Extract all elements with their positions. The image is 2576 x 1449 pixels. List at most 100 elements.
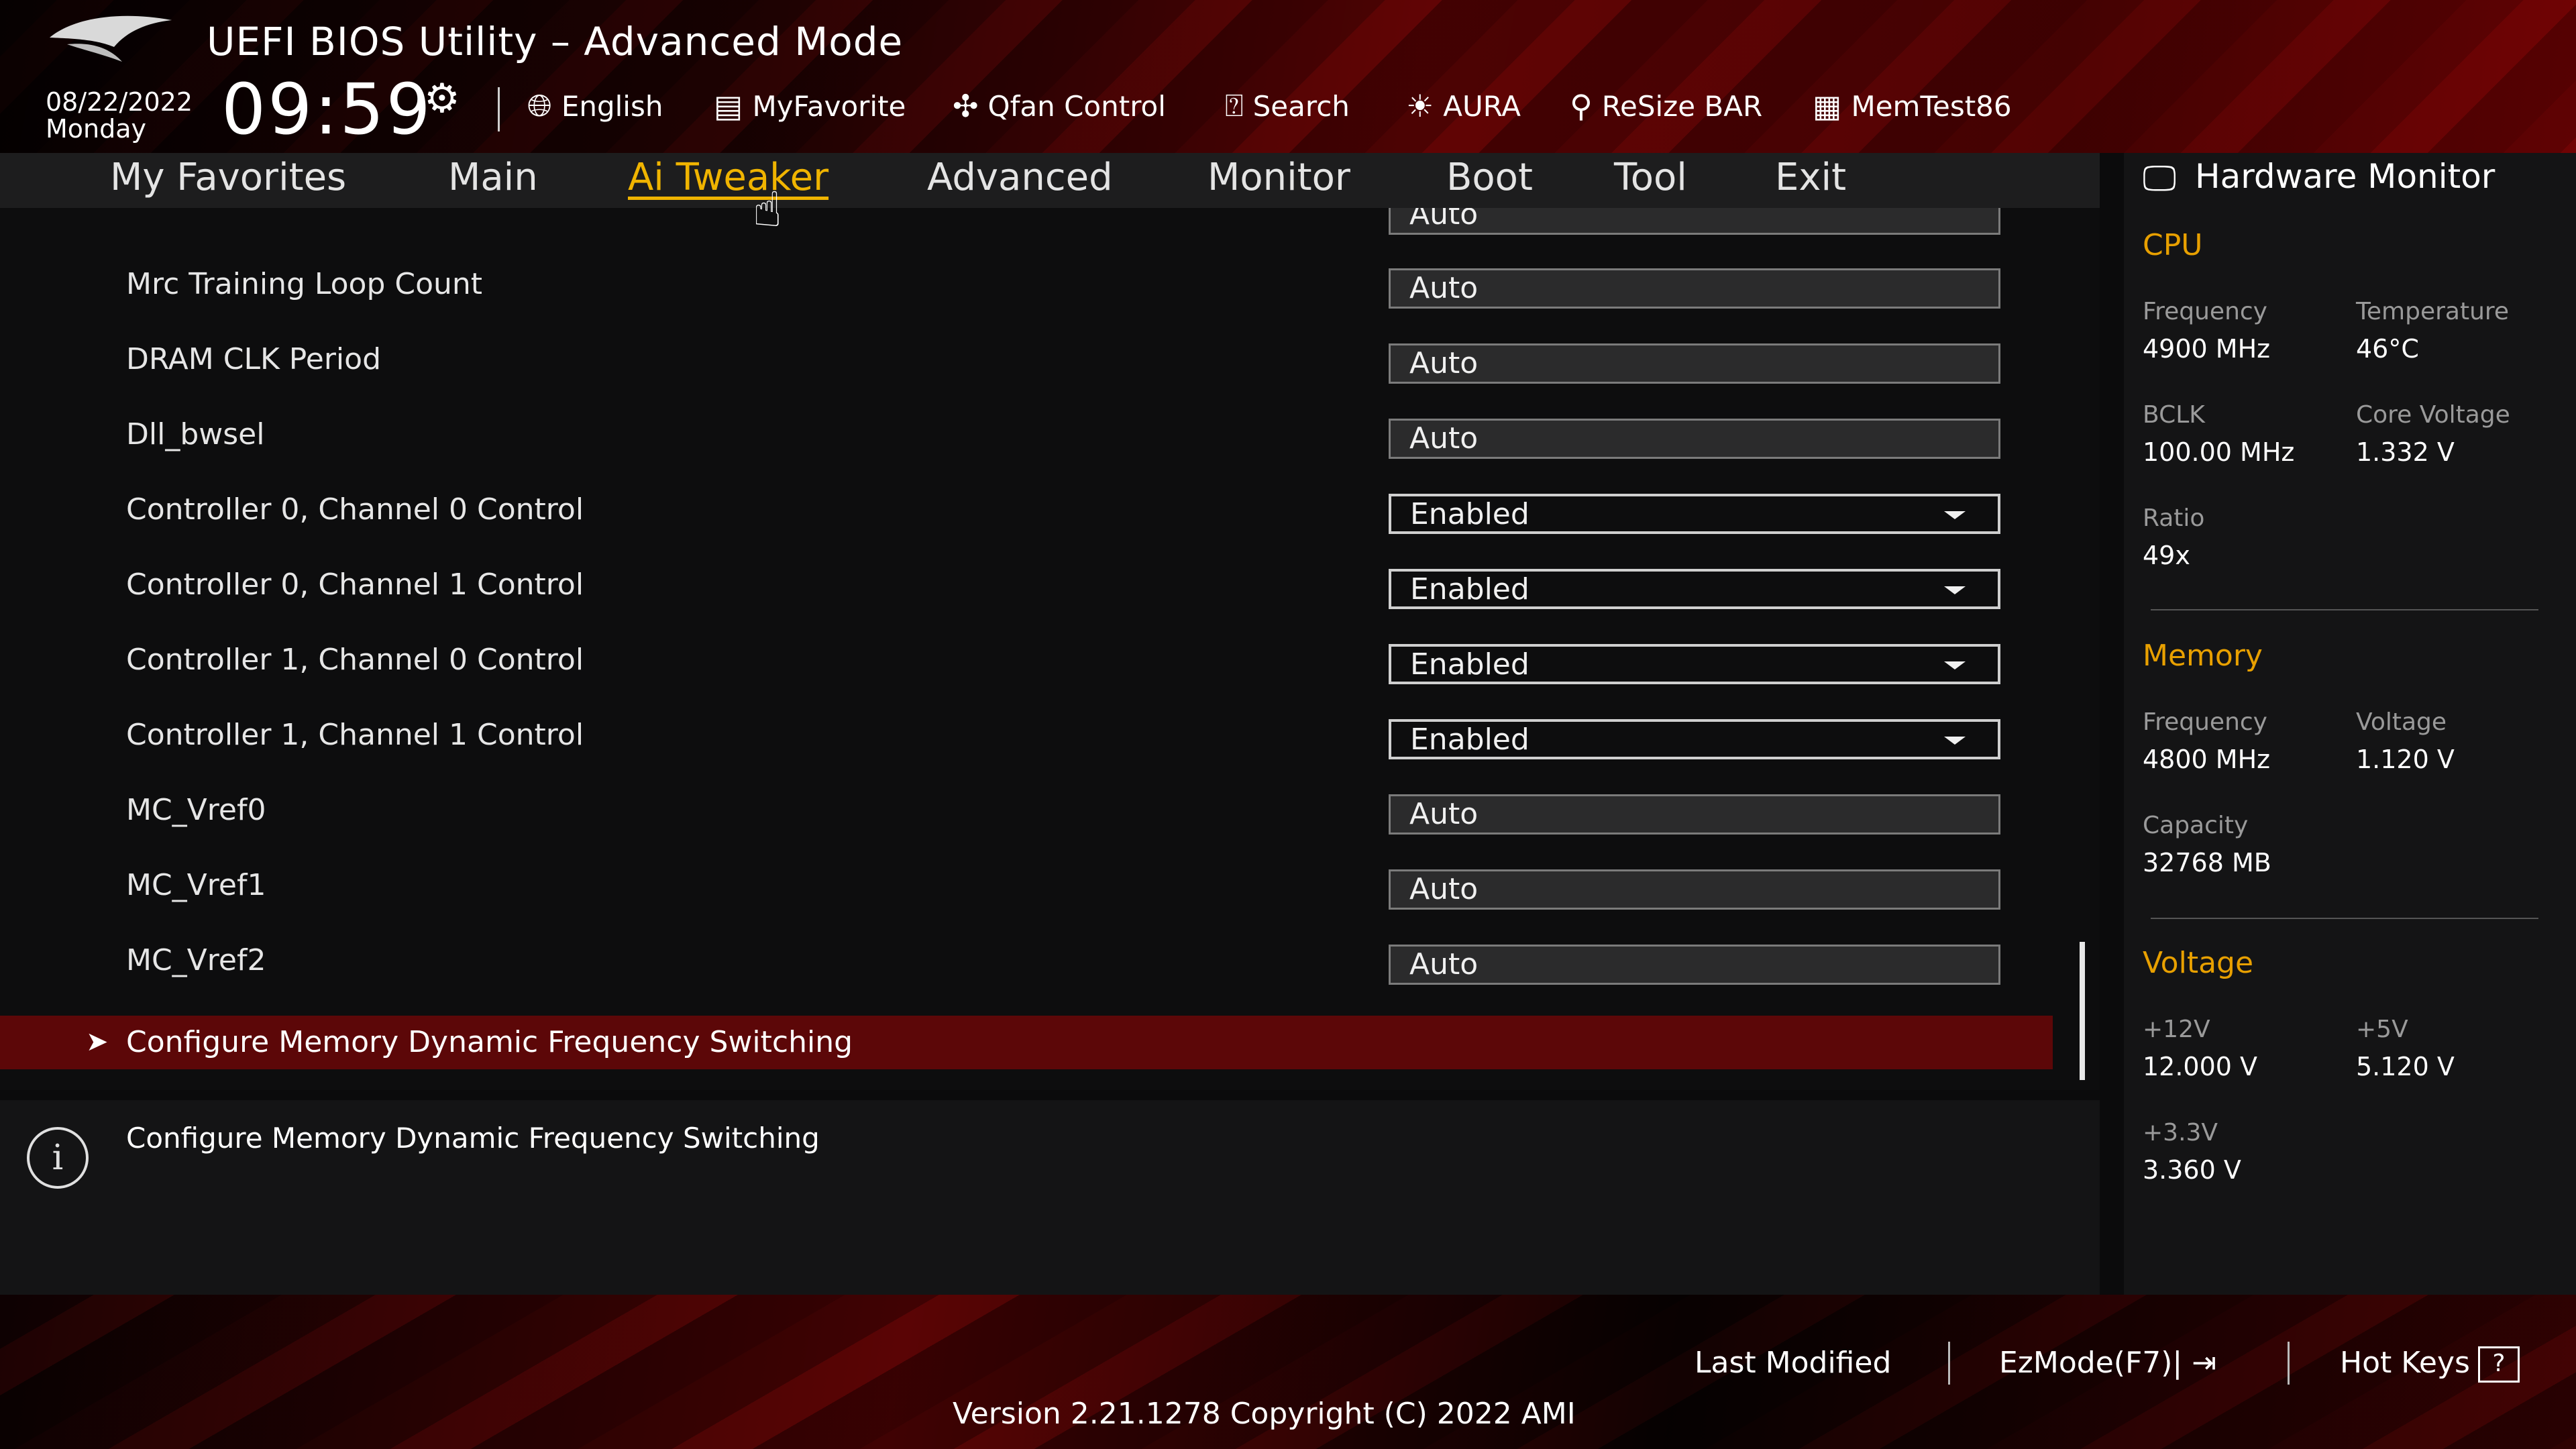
tab-advanced[interactable]: Advanced — [927, 156, 1113, 199]
ratio-label: Ratio — [2143, 504, 2205, 532]
memory-frequency-label: Frequency — [2143, 708, 2267, 736]
setting-value: Enabled — [1410, 722, 1529, 757]
capacity-value: 32768 MB — [2143, 848, 2271, 877]
submenu-label: Configure Memory Dynamic Frequency Switc… — [126, 1025, 853, 1059]
language-button[interactable]: 🌐︎ English — [527, 86, 663, 126]
setting-dropdown[interactable]: Enabled — [1389, 644, 2000, 684]
date-display: 08/22/2022 — [46, 87, 193, 117]
setting-value: Auto — [1409, 346, 1479, 380]
tab-monitor[interactable]: Monitor — [1208, 156, 1350, 199]
setting-label: MC_Vref1 — [126, 868, 266, 902]
memory-voltage-value: 1.120 V — [2356, 745, 2455, 774]
search-button[interactable]: ⍰ Search — [1225, 86, 1350, 126]
clock: 09:59 — [221, 68, 433, 150]
setting-value: Auto — [1409, 872, 1479, 906]
setting-value: Auto — [1409, 271, 1479, 305]
aura-button[interactable]: ☀ AURA — [1406, 86, 1521, 126]
setting-label: Mrc Training Loop Count — [126, 267, 483, 301]
qfan-control-label: Qfan Control — [987, 89, 1166, 123]
app-title: UEFI BIOS Utility – Advanced Mode — [207, 19, 904, 64]
hot-keys-label: Hot Keys — [2340, 1346, 2470, 1380]
setting-dropdown[interactable]: Enabled — [1389, 569, 2000, 609]
day-display: Monday — [46, 114, 147, 144]
memory-heading: Memory — [2143, 639, 2263, 673]
ezmode-label: EzMode(F7)| — [1999, 1346, 2183, 1380]
tab-boot[interactable]: Boot — [1446, 156, 1533, 199]
search-label: Search — [1252, 89, 1350, 123]
setting-value: Auto — [1409, 947, 1479, 981]
aura-label: AURA — [1443, 89, 1521, 123]
bclk-label: BCLK — [2143, 401, 2205, 429]
cpu-frequency-label: Frequency — [2143, 298, 2267, 325]
tab-ai-tweaker[interactable]: Ai Tweaker — [628, 156, 828, 199]
help-key-icon: ? — [2477, 1346, 2520, 1383]
exit-arrow-icon: ⇥ — [2182, 1346, 2217, 1380]
partial-setting-field[interactable]: Auto — [1389, 208, 2000, 235]
ratio-value: 49x — [2143, 541, 2190, 570]
last-modified-button[interactable]: Last Modified — [1695, 1346, 1891, 1380]
footer-divider — [2288, 1342, 2290, 1385]
capacity-label: Capacity — [2143, 812, 2249, 839]
setting-dropdown[interactable]: Enabled — [1389, 719, 2000, 759]
tab-my-favorites[interactable]: My Favorites — [110, 156, 346, 199]
setting-field[interactable]: Auto — [1389, 945, 2000, 985]
setting-field[interactable]: Auto — [1389, 343, 2000, 384]
hardware-monitor-title: Hardware Monitor — [2195, 157, 2496, 196]
memtest86-button[interactable]: ▦ MemTest86 — [1813, 86, 2012, 126]
core-voltage-label: Core Voltage — [2356, 401, 2510, 429]
setting-field[interactable]: Auto — [1389, 268, 2000, 309]
memtest86-label: MemTest86 — [1851, 89, 2012, 123]
cpu-temperature-value: 46°C — [2356, 334, 2419, 364]
tab-tool[interactable]: Tool — [1614, 156, 1687, 199]
scrollbar[interactable] — [2080, 942, 2085, 1080]
gear-icon[interactable]: ⚙ — [424, 75, 460, 122]
section-divider — [2151, 918, 2538, 919]
resize-bar-button[interactable]: ⚲ ReSize BAR — [1570, 86, 1762, 126]
v5-value: 5.120 V — [2356, 1052, 2455, 1081]
v5-label: +5V — [2356, 1016, 2408, 1043]
rog-logo-icon — [50, 15, 172, 62]
chevron-down-icon — [1944, 586, 1966, 594]
v33-value: 3.360 V — [2143, 1155, 2241, 1185]
setting-label: DRAM CLK Period — [126, 342, 381, 376]
setting-label: MC_Vref2 — [126, 943, 266, 977]
setting-value: Auto — [1409, 797, 1479, 831]
setting-field[interactable]: Auto — [1389, 794, 2000, 835]
header-divider — [498, 87, 500, 131]
chevron-down-icon — [1944, 511, 1966, 519]
setting-dropdown[interactable]: Enabled — [1389, 494, 2000, 534]
resize-bar-label: ReSize BAR — [1601, 89, 1763, 123]
tab-exit[interactable]: Exit — [1775, 156, 1846, 199]
setting-label: Controller 1, Channel 0 Control — [126, 643, 584, 677]
aura-icon: ☀ — [1406, 88, 1434, 124]
ezmode-button[interactable]: EzMode(F7)| ⇥ — [1999, 1346, 2216, 1380]
help-text: Configure Memory Dynamic Frequency Switc… — [126, 1122, 820, 1155]
language-label: English — [561, 89, 663, 123]
monitor-icon: 🖵︎ — [2143, 158, 2177, 199]
section-divider — [2151, 609, 2538, 610]
setting-field[interactable]: Auto — [1389, 869, 2000, 910]
chevron-down-icon — [1944, 737, 1966, 745]
memtest-icon: ▦ — [1813, 88, 1842, 124]
setting-field[interactable]: Auto — [1389, 419, 2000, 459]
footer-divider — [1948, 1342, 1950, 1385]
bclk-value: 100.00 MHz — [2143, 437, 2295, 467]
qfan-control-button[interactable]: ✣ Qfan Control — [953, 86, 1166, 126]
setting-value: Enabled — [1410, 647, 1529, 682]
resize-bar-icon: ⚲ — [1570, 88, 1593, 124]
favorite-icon: ▤ — [714, 88, 743, 124]
setting-label: Controller 1, Channel 1 Control — [126, 718, 584, 752]
v12-value: 12.000 V — [2143, 1052, 2258, 1081]
globe-icon: 🌐︎ — [527, 87, 552, 123]
hot-keys-button[interactable]: Hot Keys? — [2340, 1346, 2520, 1383]
setting-label: Controller 0, Channel 1 Control — [126, 568, 584, 602]
setting-value: Enabled — [1410, 572, 1529, 606]
v12-label: +12V — [2143, 1016, 2210, 1043]
cpu-heading: CPU — [2143, 228, 2203, 262]
version-text: Version 2.21.1278 Copyright (C) 2022 AMI — [953, 1397, 1576, 1431]
tab-main[interactable]: Main — [448, 156, 538, 199]
search-icon: ⍰ — [1225, 87, 1244, 123]
myfavorite-button[interactable]: ▤ MyFavorite — [714, 86, 906, 126]
setting-value: Auto — [1409, 421, 1479, 455]
cpu-frequency-value: 4900 MHz — [2143, 334, 2271, 364]
